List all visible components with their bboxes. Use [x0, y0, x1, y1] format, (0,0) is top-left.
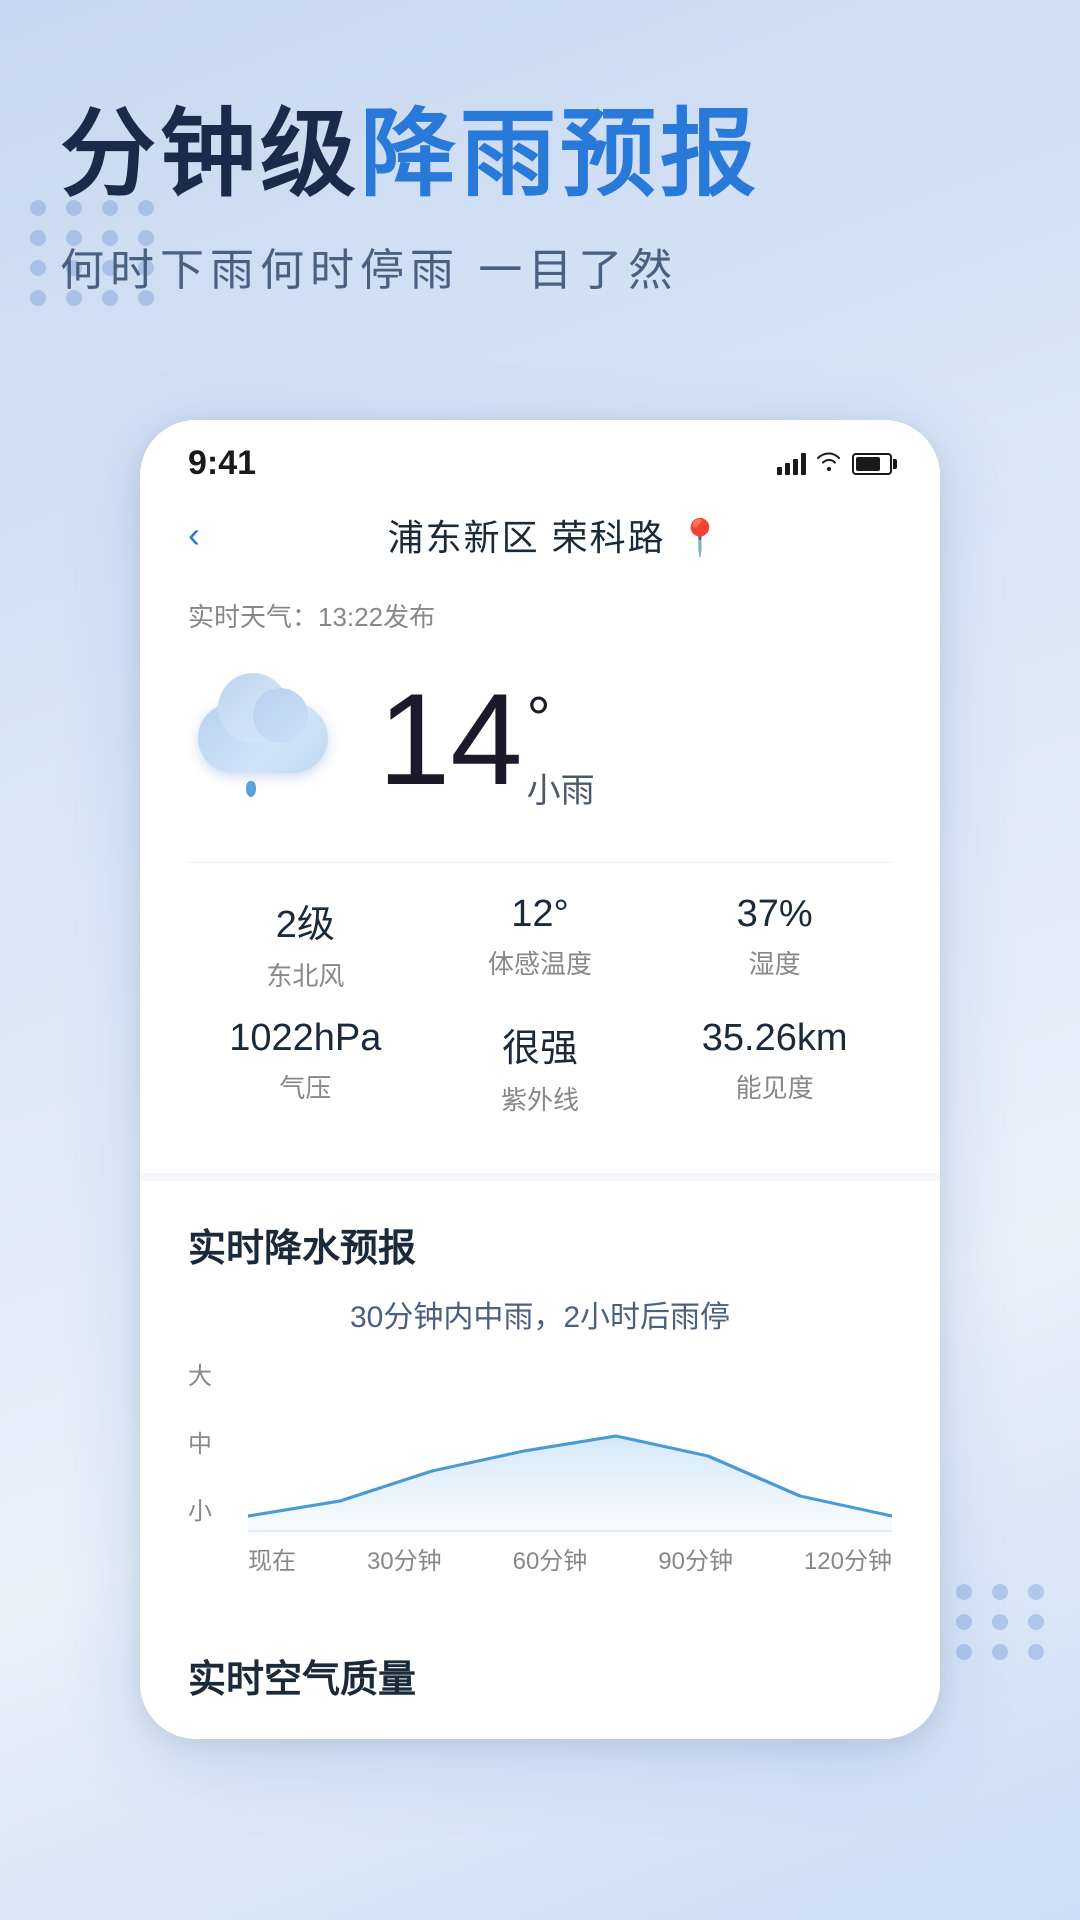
- chart-x-label-120: 120分钟: [804, 1541, 892, 1576]
- hero-subtitle: 何时下雨何时停雨 一目了然: [60, 234, 1020, 298]
- publish-time: 实时天气：13:22发布: [188, 597, 892, 634]
- chart-svg-area: [248, 1356, 892, 1536]
- stat-feels-like: 12° 体感温度: [423, 893, 658, 993]
- weather-stats-grid: 2级 东北风 12° 体感温度 37% 湿度 1022hPa 气压 很强 紫外线…: [188, 862, 892, 1117]
- hero-title-part1: 分钟级: [60, 101, 360, 208]
- decor-dots-bottomright: [956, 1584, 1050, 1660]
- hero-section: 分钟级降雨预报 何时下雨何时停雨 一目了然: [0, 0, 1080, 298]
- stat-wind-label: 东北风: [266, 956, 344, 993]
- rain-forecast-title: 实时降水预报: [188, 1217, 892, 1272]
- chart-x-label-now: 现在: [248, 1541, 296, 1576]
- stat-visibility-label: 能见度: [736, 1068, 814, 1105]
- air-quality-section: 实时空气质量: [140, 1612, 940, 1739]
- stat-wind-value: 2级: [276, 893, 335, 948]
- chart-y-label-small: 小: [188, 1491, 212, 1526]
- hero-title: 分钟级降雨预报: [60, 100, 1020, 210]
- weather-content: 实时天气：13:22发布 14 ° 小雨 2级 东北风: [140, 577, 940, 1157]
- rain-forecast-description: 30分钟内中雨，2小时后雨停: [188, 1292, 892, 1336]
- air-quality-title: 实时空气质量: [188, 1648, 892, 1703]
- stat-wind: 2级 东北风: [188, 893, 423, 993]
- chart-y-label-medium: 中: [188, 1424, 212, 1459]
- temperature-unit: °: [527, 684, 595, 753]
- temperature-display: 14 ° 小雨: [378, 674, 595, 812]
- stat-pressure-label: 气压: [279, 1068, 331, 1105]
- stat-pressure: 1022hPa 气压: [188, 1017, 423, 1117]
- nav-location-title: 浦东新区 荣科路 📍: [220, 509, 892, 561]
- weather-main: 14 ° 小雨: [188, 664, 892, 822]
- stat-feels-like-value: 12°: [511, 893, 568, 936]
- battery-icon: [852, 453, 892, 475]
- stat-visibility-value: 35.26km: [702, 1017, 848, 1060]
- temperature-value: 14: [378, 674, 523, 804]
- stat-feels-like-label: 体感温度: [488, 944, 592, 981]
- chart-x-label-60: 60分钟: [513, 1541, 588, 1576]
- nav-bar: ‹ 浦东新区 荣科路 📍: [140, 493, 940, 577]
- rain-forecast-card: 实时降水预报 30分钟内中雨，2小时后雨停 大 中 小: [140, 1173, 940, 1612]
- hero-title-part2: 降雨预报: [360, 101, 760, 208]
- rain-chart: 大 中 小: [188, 1356, 892, 1576]
- back-button[interactable]: ‹: [188, 514, 200, 556]
- phone-mockup: 9:41 ‹ 浦东新区 荣科路 📍 实时天气：13:2: [140, 420, 940, 1739]
- stat-uv-label: 紫外线: [501, 1080, 579, 1117]
- chart-x-label-30: 30分钟: [367, 1541, 442, 1576]
- stat-humidity: 37% 湿度: [657, 893, 892, 993]
- chart-x-labels: 现在 30分钟 60分钟 90分钟 120分钟: [248, 1541, 892, 1576]
- chart-fill: [248, 1436, 892, 1536]
- stat-uv-value: 很强: [502, 1017, 578, 1072]
- stat-uv: 很强 紫外线: [423, 1017, 658, 1117]
- status-time: 9:41: [188, 444, 256, 483]
- weather-cloud-icon: [188, 683, 348, 803]
- stat-humidity-value: 37%: [737, 893, 813, 936]
- status-icons: [777, 451, 892, 477]
- signal-icon: [777, 453, 806, 475]
- status-bar: 9:41: [140, 420, 940, 493]
- stat-visibility: 35.26km 能见度: [657, 1017, 892, 1117]
- chart-y-label-large: 大: [188, 1356, 212, 1391]
- stat-pressure-value: 1022hPa: [229, 1017, 381, 1060]
- chart-x-label-90: 90分钟: [658, 1541, 733, 1576]
- chart-y-labels: 大 中 小: [188, 1356, 212, 1536]
- wifi-icon: [816, 451, 842, 477]
- weather-description: 小雨: [527, 763, 595, 812]
- location-pin-icon: 📍: [678, 517, 725, 558]
- stat-humidity-label: 湿度: [749, 944, 801, 981]
